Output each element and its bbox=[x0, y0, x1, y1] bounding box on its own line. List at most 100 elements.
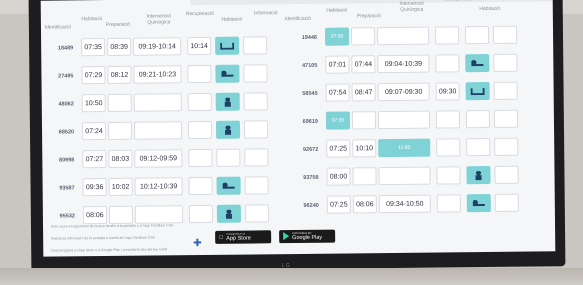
bed-icon bbox=[215, 36, 240, 55]
left-row-4-id: 80998 bbox=[59, 157, 75, 164]
right-row-1-habitacio: 07:01 bbox=[325, 55, 350, 74]
right-row-1-intervencio: 09:04-10:39 bbox=[377, 54, 430, 74]
header-informacio: Informació bbox=[254, 10, 278, 17]
header-habitacio2-right: Habitació bbox=[479, 5, 501, 13]
right-row-3-id: 69619 bbox=[302, 118, 318, 125]
left-row-4-intervencio: 09:12-09:59 bbox=[134, 149, 183, 168]
familiars-app-logo bbox=[193, 233, 203, 243]
header-habitacio-right: Habitació bbox=[326, 7, 348, 14]
left-row-0-preparacio: 08:39 bbox=[107, 37, 132, 56]
left-row-1-id: 27495 bbox=[58, 73, 74, 80]
left-row-1-informacio bbox=[243, 64, 268, 83]
person-icon bbox=[466, 165, 491, 185]
right-row-6-informacio bbox=[494, 193, 519, 212]
left-row-6-preparacio bbox=[108, 205, 134, 224]
lying-patient-icon bbox=[215, 64, 240, 83]
app-store-button[interactable]: Consíguela en el App Store bbox=[215, 230, 272, 244]
right-row-4-habitacio2 bbox=[466, 137, 491, 157]
right-row-4-recuperacio bbox=[436, 138, 461, 157]
right-row-0-habitacio2 bbox=[464, 25, 490, 45]
header-intervencio-right: Intervenció Quirúrgica bbox=[399, 0, 424, 13]
right-row-0-informacio bbox=[492, 25, 518, 44]
right-row-6-habitacio: 07:25 bbox=[326, 195, 351, 214]
floor-background bbox=[0, 268, 583, 285]
right-row-2-recuperacio: 09:30 bbox=[435, 82, 460, 101]
left-row-2-preparacio bbox=[107, 93, 132, 112]
left-row-0-habitacio: 07:35 bbox=[81, 38, 106, 57]
left-row-1-habitacio: 07:29 bbox=[81, 66, 106, 85]
left-row-1-recuperacio bbox=[187, 64, 212, 84]
google-play-button[interactable]: DISPONIBLE EN Google Play bbox=[279, 229, 336, 244]
right-row-6-recuperacio bbox=[436, 194, 461, 213]
right-row-3-informacio bbox=[493, 109, 519, 128]
right-row-4-intervencio: 11:05 bbox=[378, 138, 431, 158]
right-row-6-preparacio: 08:06 bbox=[352, 195, 377, 214]
person-icon bbox=[216, 204, 242, 223]
footer-line-2: Rebràs la informació de la pantalla a tr… bbox=[51, 235, 155, 241]
apple-icon bbox=[219, 234, 223, 240]
left-row-6-habitacio: 08:06 bbox=[82, 206, 108, 225]
right-row-0-intervencio bbox=[376, 26, 430, 46]
left-row-2-habitacio: 10:50 bbox=[81, 94, 106, 113]
tv-brand-logo: LG bbox=[282, 263, 291, 269]
top-strip bbox=[190, 0, 553, 6]
left-row-3-recuperacio bbox=[187, 120, 213, 140]
header-preparacio-right: Preparació bbox=[356, 13, 381, 20]
left-row-4-preparacio: 08:03 bbox=[108, 149, 133, 168]
left-row-3-habitacio: 07:24 bbox=[81, 122, 107, 141]
right-row-6-intervencio: 09:34-10:50 bbox=[378, 194, 431, 214]
right-row-0-id: 19446 bbox=[301, 34, 318, 41]
right-row-5-informacio bbox=[494, 165, 519, 184]
left-row-1-preparacio: 08:12 bbox=[107, 65, 132, 84]
left-row-2-id: 48062 bbox=[58, 101, 74, 108]
header-preparacio-left: Preparació bbox=[105, 21, 131, 29]
right-row-4-id: 92672 bbox=[302, 146, 319, 153]
header-identificacio-right: Identificació bbox=[284, 15, 312, 23]
right-row-4-informacio bbox=[494, 137, 519, 156]
left-row-1-intervencio: 09:21-10:23 bbox=[133, 65, 182, 84]
right-row-5-preparacio bbox=[352, 167, 377, 186]
left-row-6-recuperacio bbox=[188, 204, 214, 224]
left-row-6-id: 95532 bbox=[59, 213, 75, 220]
lying-patient-icon bbox=[466, 193, 491, 213]
right-row-2-intervencio: 09:07-09:30 bbox=[377, 82, 430, 102]
left-row-3-preparacio bbox=[107, 121, 133, 140]
right-row-5-id: 93758 bbox=[303, 174, 319, 181]
right-row-2-habitacio: 07:54 bbox=[325, 83, 350, 102]
header-habitacio2-left: Habitació bbox=[221, 16, 243, 23]
person-icon bbox=[215, 92, 240, 111]
left-row-5-informacio bbox=[244, 176, 269, 195]
right-row-5-recuperacio bbox=[436, 166, 461, 185]
header-intervencio-left: Intervenció Quirúrgica bbox=[146, 13, 172, 26]
left-row-4-habitacio2 bbox=[216, 148, 241, 167]
footer-line-3: Descarrega-la a l'App Store o a Google P… bbox=[51, 247, 168, 253]
left-row-3-informacio bbox=[243, 120, 269, 139]
lying-patient-icon bbox=[216, 176, 241, 195]
right-row-3-intervencio bbox=[377, 110, 431, 130]
left-row-2-recuperacio bbox=[187, 92, 212, 112]
left-row-5-habitacio: 09:36 bbox=[82, 178, 107, 197]
footer-line-1: Pots veure el seguiment de la teva famíl… bbox=[51, 223, 174, 229]
right-row-6-id: 96240 bbox=[303, 202, 319, 209]
left-row-6-informacio bbox=[244, 204, 270, 223]
right-row-1-recuperacio bbox=[435, 54, 460, 73]
bed-icon bbox=[465, 81, 490, 101]
right-row-2-id: 58545 bbox=[302, 90, 318, 97]
status-board-screen: Identificació Habitació Preparació Inter… bbox=[40, 0, 556, 257]
app-store-label: App Store bbox=[226, 235, 251, 242]
left-row-3-id: 68520 bbox=[58, 129, 75, 136]
left-row-4-habitacio: 07:27 bbox=[82, 150, 107, 169]
left-row-2-intervencio bbox=[133, 93, 182, 112]
left-row-0-informacio bbox=[243, 36, 268, 55]
google-play-icon bbox=[283, 232, 289, 242]
person-icon bbox=[215, 120, 241, 139]
right-row-0-preparacio bbox=[350, 27, 376, 46]
header-recuperacio-right: Recuperació bbox=[439, 0, 479, 3]
left-row-0-intervencio: 09:19-10:14 bbox=[133, 37, 182, 56]
left-row-5-recuperacio bbox=[188, 176, 213, 196]
right-row-3-preparacio bbox=[351, 111, 377, 130]
header-habitacio-left: Habitació bbox=[81, 16, 103, 23]
header-recuperacio-left: Recuperació bbox=[185, 10, 214, 18]
right-row-5-habitacio: 08:00 bbox=[326, 167, 351, 186]
right-row-1-preparacio: 07:44 bbox=[351, 55, 376, 74]
